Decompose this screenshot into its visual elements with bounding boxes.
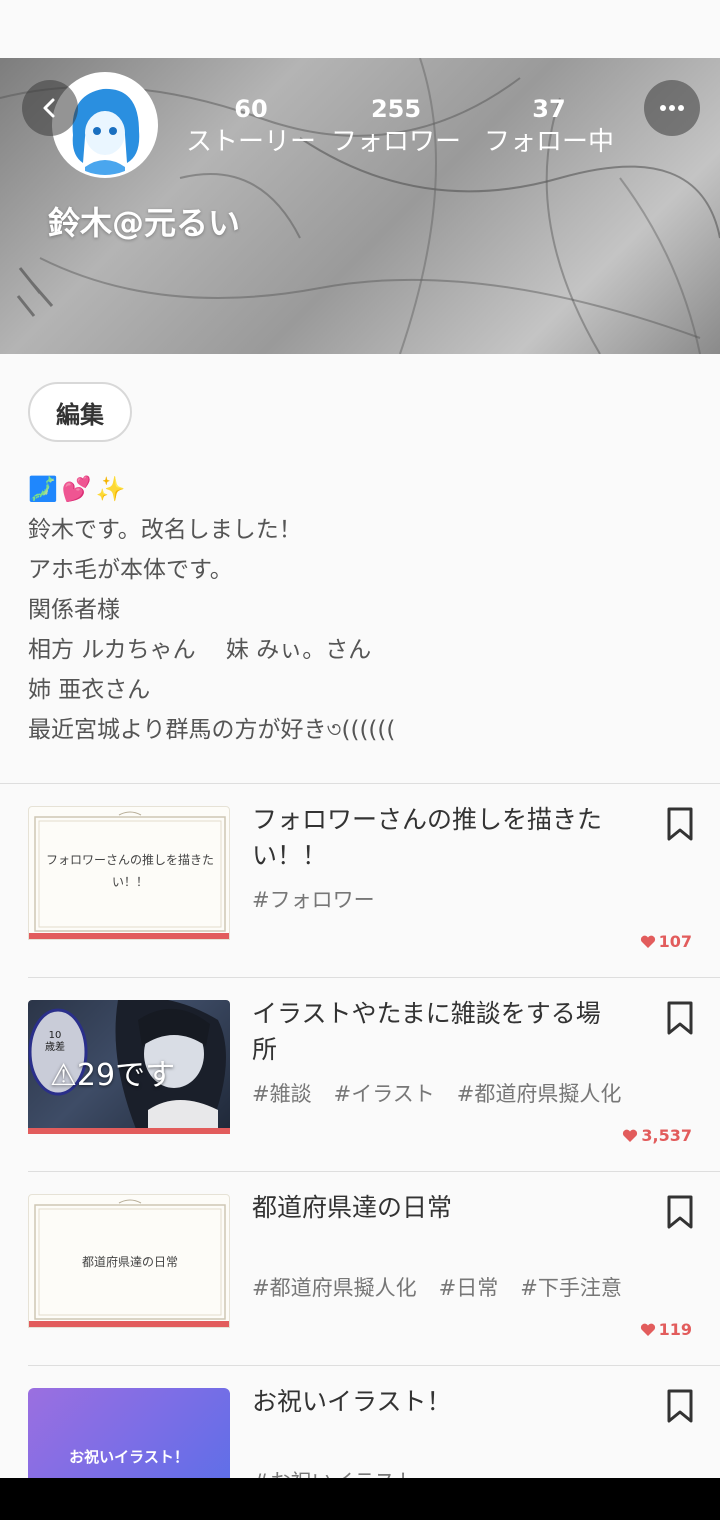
bio-line: 姉 亜衣さん [28,677,151,703]
heart-icon [640,1323,655,1336]
story-tags: #都道府県擬人化 #日常 #下手注意 [252,1272,622,1302]
tag[interactable]: #フォロワー [252,884,375,914]
stat-count: 37 [532,95,566,123]
bookmark-icon[interactable] [664,1194,696,1230]
bookmark-icon[interactable] [664,806,696,842]
profile-header: 60 ストーリー 255 フォロワー 37 フォロー中 鈴木@元るい [0,58,720,354]
stat-following[interactable]: 37 フォロー中 [476,94,622,160]
story-item[interactable]: お祝いイラスト！ お祝いイラスト！ #お祝いイラスト [28,1366,720,1478]
bookmark-icon[interactable] [664,1388,696,1424]
stat-label: フォロワー [330,127,461,157]
story-item[interactable]: 10歳差 ⚠29です イラストやたまに雑談をする場所 #雑談 #イラスト #都道… [28,978,720,1172]
bio-emoji-row: 🗾 💕 ✨ [28,472,688,506]
story-thumbnail[interactable]: 都道府県達の日常 [28,1194,230,1328]
like-count-value: 3,537 [641,1126,692,1145]
stat-count: 255 [370,95,422,123]
story-title[interactable]: フォロワーさんの推しを描きたい！！ [252,802,622,874]
back-button[interactable] [22,80,78,136]
more-options-button[interactable] [644,80,700,136]
bio-line: 最近宮城より群馬の方が好き৩(((((( [28,717,396,743]
stat-label: ストーリー [186,127,317,157]
thumbnail-text: フォロワーさんの推しを描きたい！！ [45,853,214,889]
story-title[interactable]: 都道府県達の日常 [252,1190,622,1226]
story-item[interactable]: フォロワーさんの推しを描きたい！！ フォロワーさんの推しを描きたい！！ #フォロ… [28,784,720,978]
tag[interactable]: #日常 [439,1272,499,1302]
story-title[interactable]: お祝いイラスト！ [252,1384,622,1420]
bio-line: 関係者様 [28,597,120,623]
story-thumbnail[interactable]: フォロワーさんの推しを描きたい！！ [28,806,230,940]
heart-icon [623,1129,638,1142]
bio-line: 鈴木です。改名しました！ [28,517,302,543]
tag[interactable]: #イラスト [334,1078,435,1108]
like-count: 3,537 [622,1126,692,1145]
tag[interactable]: #雑談 [252,1078,312,1108]
profile-stats: 60 ストーリー 255 フォロワー 37 フォロー中 [186,94,622,160]
story-tags: #フォロワー [252,884,375,914]
like-count-value: 119 [658,1320,692,1339]
thumbnail-accent-bar [28,1128,230,1134]
profile-bio: 🗾 💕 ✨ 鈴木です。改名しました！ アホ毛が本体です。 関係者様 相方 ルカち… [28,472,688,750]
bio-line: 相方 ルカちゃん 妹 みぃ。さん [28,637,372,663]
bookmark-icon[interactable] [664,1000,696,1036]
stat-label: フォロー中 [483,127,614,157]
story-tags: #お祝いイラスト [252,1466,416,1478]
status-bar [0,0,720,58]
like-count-value: 107 [658,932,692,951]
stat-followers[interactable]: 255 フォロワー [316,94,476,160]
sparkles-icon: ✨ [95,475,126,503]
thumbnail-text: 都道府県達の日常 [81,1255,178,1269]
tag[interactable]: #都道府県擬人化 [457,1078,622,1108]
username: 鈴木@元るい [48,204,241,242]
more-horizontal-icon [660,105,684,111]
tag[interactable]: #都道府県擬人化 [252,1272,417,1302]
tag[interactable]: #お祝いイラスト [252,1466,416,1478]
stat-stories[interactable]: 60 ストーリー [186,94,316,160]
like-count: 107 [640,932,692,951]
two-hearts-icon: 💕 [61,475,92,503]
thumbnail-accent-bar [29,933,229,939]
bio-line: アホ毛が本体です。 [28,557,233,583]
story-thumbnail[interactable]: 10歳差 ⚠29です [28,1000,230,1134]
like-count: 119 [640,1320,692,1339]
edit-profile-button[interactable]: 編集 [28,382,132,442]
story-thumbnail[interactable]: お祝いイラスト！ [28,1388,230,1478]
thumbnail-text: お祝いイラスト！ [69,1448,189,1466]
story-item[interactable]: 都道府県達の日常 都道府県達の日常 #都道府県擬人化 #日常 #下手注意 119 [28,1172,720,1366]
story-title[interactable]: イラストやたまに雑談をする場所 [252,996,622,1068]
tag[interactable]: #下手注意 [520,1272,622,1302]
story-tags: #雑談 #イラスト #都道府県擬人化 [252,1078,621,1108]
japan-map-icon: 🗾 [28,475,58,503]
heart-icon [640,935,655,948]
thumbnail-text: ⚠29です [50,1058,176,1093]
stat-count: 60 [234,95,268,123]
system-navigation-bar [0,1478,720,1520]
chevron-left-icon [43,98,55,118]
thumbnail-accent-bar [29,1321,229,1327]
